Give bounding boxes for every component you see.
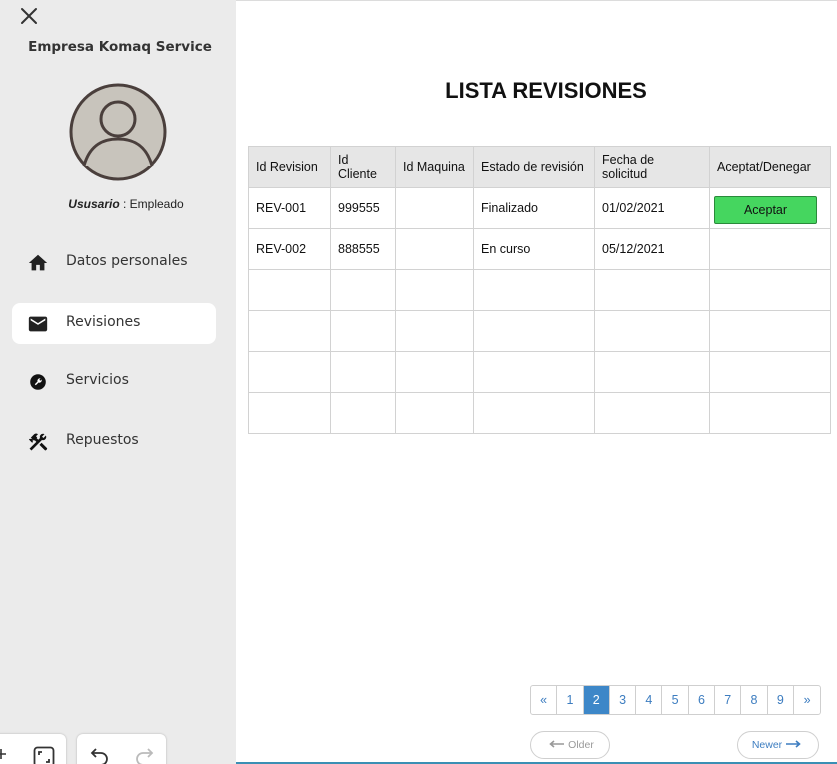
cell-id-maquina <box>395 228 474 270</box>
table-row <box>248 310 831 352</box>
arrow-right-icon <box>782 739 804 751</box>
cell-id-cliente: 888555 <box>330 228 396 270</box>
column-header-accion: Aceptat/Denegar <box>709 146 831 188</box>
user-role: : Empleado <box>119 197 184 211</box>
accept-button[interactable]: Aceptar <box>714 196 817 224</box>
cell-fecha <box>594 269 710 311</box>
column-header-estado: Estado de revisión <box>473 146 595 188</box>
cell-id-cliente: 999555 <box>330 187 396 229</box>
cell-accion <box>709 351 831 393</box>
table-row: REV-002 888555 En curso 05/12/2021 <box>248 228 831 270</box>
page-button-6[interactable]: 6 <box>689 686 716 714</box>
column-header-id-cliente: Id Cliente <box>330 146 396 188</box>
page-first-button[interactable]: « <box>531 686 558 714</box>
sidebar-item-label: Datos personales <box>66 253 188 269</box>
user-info: Ususario : Empleado <box>0 197 252 211</box>
close-icon[interactable] <box>19 6 39 26</box>
pagination: « 1 2 3 4 5 6 7 8 9 » <box>530 685 822 715</box>
top-divider <box>236 0 837 1</box>
cell-fecha <box>594 310 710 352</box>
cell-id-revision <box>248 351 331 393</box>
newer-label: Newer <box>751 739 783 751</box>
older-button[interactable]: Older <box>530 731 610 759</box>
wrench-icon <box>27 371 49 393</box>
table-row <box>248 392 831 434</box>
cell-accion <box>709 228 831 270</box>
arrow-left-icon <box>546 739 568 751</box>
cell-fecha <box>594 351 710 393</box>
cell-id-revision: REV-001 <box>248 187 331 229</box>
cell-id-cliente <box>330 392 396 434</box>
sidebar: Empresa Komaq Service Ususario : Emplead… <box>0 0 236 764</box>
page-button-5[interactable]: 5 <box>662 686 689 714</box>
tools-icon <box>27 431 49 453</box>
redo-icon[interactable] <box>133 745 155 764</box>
sidebar-item-repuestos[interactable]: Repuestos <box>12 421 216 462</box>
user-label: Ususario <box>68 197 120 211</box>
fit-screen-icon[interactable] <box>32 745 56 764</box>
column-header-id-maquina: Id Maquina <box>395 146 474 188</box>
cell-fecha: 01/02/2021 <box>594 187 710 229</box>
cell-id-maquina <box>395 187 474 229</box>
avatar-icon <box>68 82 168 182</box>
zoom-toolbar <box>0 734 66 764</box>
cell-id-revision <box>248 269 331 311</box>
table-header-row: Id Revision Id Cliente Id Maquina Estado… <box>248 146 831 188</box>
page-last-button[interactable]: » <box>794 686 820 714</box>
page-button-4[interactable]: 4 <box>636 686 663 714</box>
page-button-8[interactable]: 8 <box>741 686 768 714</box>
sidebar-item-label: Revisiones <box>66 314 141 330</box>
page-button-9[interactable]: 9 <box>768 686 794 714</box>
column-header-id-revision: Id Revision <box>248 146 331 188</box>
table-row: REV-001 999555 Finalizado 01/02/2021 Ace… <box>248 187 831 229</box>
cell-accion <box>709 392 831 434</box>
cell-id-maquina <box>395 392 474 434</box>
cell-fecha <box>594 392 710 434</box>
sidebar-item-label: Servicios <box>66 372 129 388</box>
cell-estado <box>473 310 595 352</box>
cell-estado <box>473 351 595 393</box>
plus-icon[interactable] <box>0 746 6 764</box>
mail-icon <box>27 313 49 335</box>
table-row <box>248 269 831 311</box>
cell-id-cliente <box>330 310 396 352</box>
page-title: LISTA REVISIONES <box>445 78 647 103</box>
page-button-3[interactable]: 3 <box>610 686 637 714</box>
sidebar-item-datos-personales[interactable]: Datos personales <box>12 242 216 283</box>
cell-id-revision: REV-002 <box>248 228 331 270</box>
company-name: Empresa Komaq Service <box>28 39 212 55</box>
cell-id-cliente <box>330 269 396 311</box>
cell-fecha: 05/12/2021 <box>594 228 710 270</box>
history-toolbar <box>77 734 166 764</box>
cell-accion: Aceptar <box>709 187 831 229</box>
cell-estado <box>473 269 595 311</box>
revisions-table: Id Revision Id Cliente Id Maquina Estado… <box>248 146 831 434</box>
cell-id-cliente <box>330 351 396 393</box>
column-header-fecha: Fecha de solicitud <box>594 146 710 188</box>
cell-estado: Finalizado <box>473 187 595 229</box>
cell-accion <box>709 269 831 311</box>
cell-id-maquina <box>395 351 474 393</box>
cell-accion <box>709 310 831 352</box>
table-row <box>248 351 831 393</box>
sidebar-item-servicios[interactable]: Servicios <box>12 361 216 402</box>
cell-id-maquina <box>395 269 474 311</box>
page-button-1[interactable]: 1 <box>557 686 584 714</box>
home-icon <box>27 252 49 274</box>
page-button-7[interactable]: 7 <box>715 686 742 714</box>
undo-icon[interactable] <box>89 745 111 764</box>
page-button-2-current[interactable]: 2 <box>583 686 610 714</box>
cell-id-revision <box>248 310 331 352</box>
cell-id-maquina <box>395 310 474 352</box>
cell-estado: En curso <box>473 228 595 270</box>
newer-button[interactable]: Newer <box>737 731 819 759</box>
sidebar-item-revisiones[interactable]: Revisiones <box>12 303 216 344</box>
cell-estado <box>473 392 595 434</box>
sidebar-item-label: Repuestos <box>66 432 139 448</box>
cell-id-revision <box>248 392 331 434</box>
older-label: Older <box>568 739 594 751</box>
